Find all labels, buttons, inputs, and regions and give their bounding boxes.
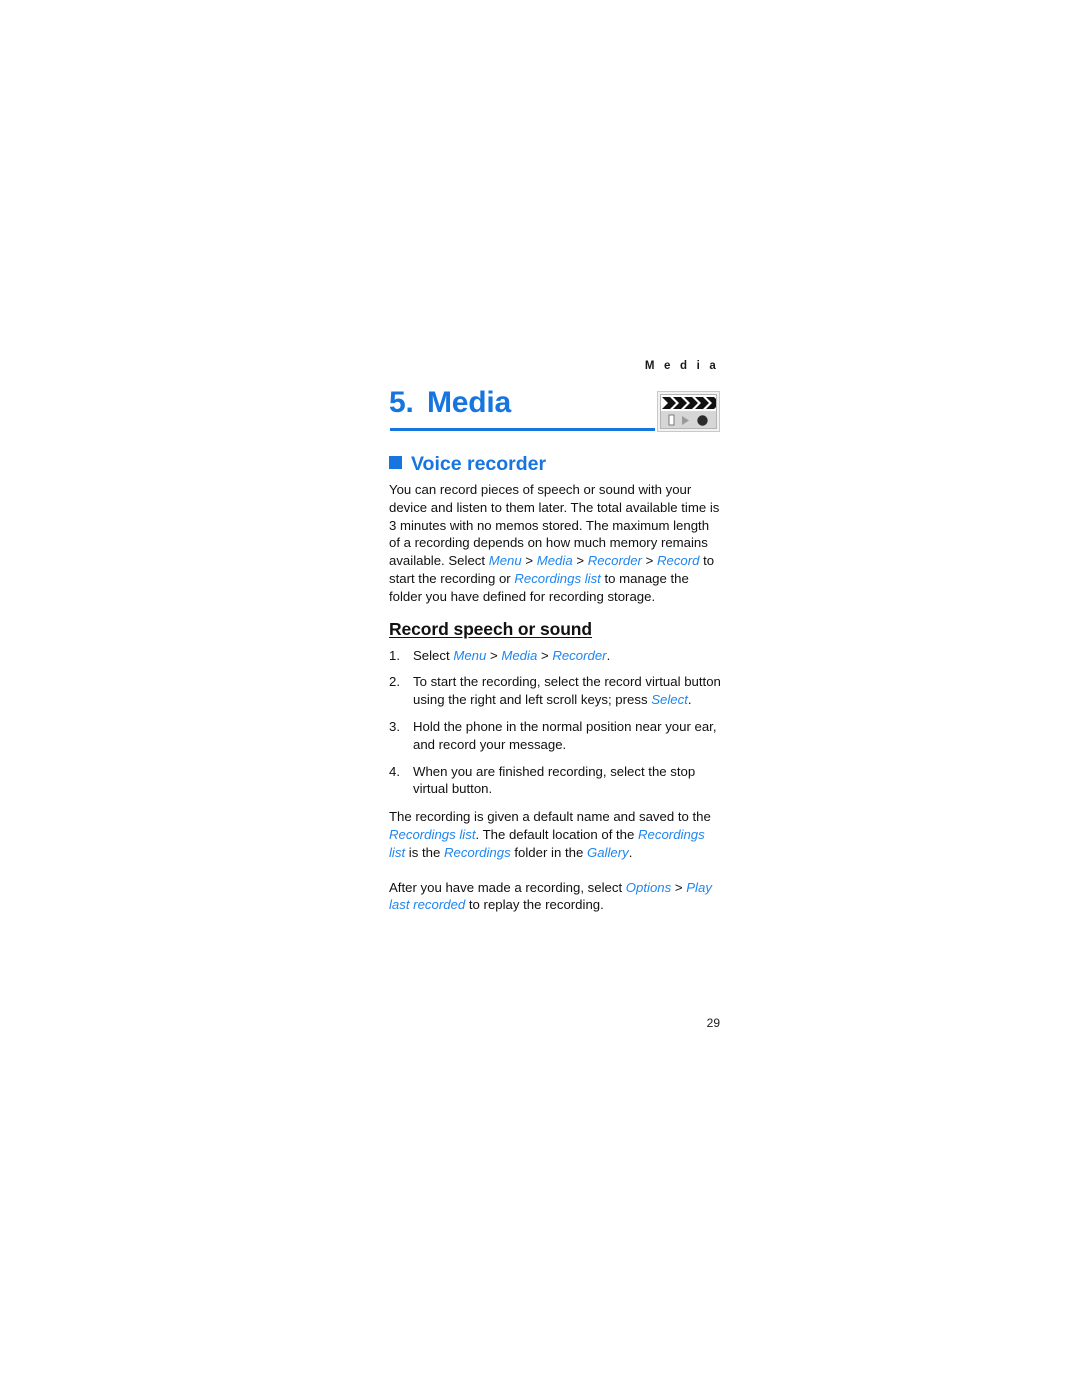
step-text: When you are finished recording, select … — [413, 763, 696, 797]
ui-ref-recordings-list: Recordings list — [514, 570, 601, 586]
step-text-end: . — [606, 647, 611, 663]
outro1-text-5: . — [628, 844, 633, 860]
section-heading: Voice recorder — [389, 453, 546, 476]
ui-ref-media: Media — [501, 647, 538, 663]
outro2-text-1: After you have made a recording, select — [389, 879, 626, 895]
list-item: 4. When you are finished recording, selec… — [389, 763, 721, 799]
list-item: 2. To start the recording, select the rec… — [389, 673, 721, 709]
ui-ref-gallery: Gallery — [586, 844, 629, 860]
ui-ref-menu: Menu — [453, 647, 487, 663]
manual-page: M e d i a 5. Media Voice recorder You ca… — [0, 0, 1080, 1397]
outro1-text-2: . The default location of the — [475, 826, 639, 842]
outro-paragraph-2: After you have made a recording, select … — [389, 879, 721, 915]
chapter-divider — [390, 428, 655, 431]
section-heading-text: Voice recorder — [411, 453, 547, 475]
chapter-title-block: 5. Media — [389, 386, 721, 438]
stop-glyph — [668, 414, 675, 426]
step-text: Hold the phone in the normal position ne… — [413, 718, 717, 752]
separator: > — [671, 879, 687, 895]
ui-ref-record: Record — [656, 553, 700, 569]
ui-ref-recorder: Recorder — [587, 553, 642, 569]
media-clapperboard-icon-inner — [660, 394, 717, 429]
page-content: You can record pieces of speech or sound… — [389, 481, 721, 925]
step-text-end: . — [687, 692, 692, 708]
list-item: 1. Select Menu > Media > Recorder. — [389, 647, 721, 665]
ui-ref-recordings: Recordings — [443, 844, 511, 860]
clapperboard-arrows — [661, 395, 716, 412]
page-title: 5. Media — [389, 386, 511, 420]
record-glyph — [697, 414, 708, 426]
ui-ref-media: Media — [536, 553, 573, 569]
ui-ref-recorder: Recorder — [552, 647, 607, 663]
separator: > — [521, 553, 537, 569]
outro-paragraph-1: The recording is given a default name an… — [389, 808, 721, 861]
ui-ref-options: Options — [625, 879, 672, 895]
play-glyph — [682, 415, 689, 425]
step-list: 1. Select Menu > Media > Recorder. 2. To s… — [389, 647, 721, 799]
step-number: 3. — [389, 718, 400, 734]
separator: > — [537, 647, 553, 663]
outro1-text-3: is the — [405, 844, 444, 860]
chapter-number: 5. — [389, 386, 414, 419]
step-text: Select — [413, 647, 454, 663]
subsection-heading: Record speech or sound — [389, 618, 592, 639]
running-head: M e d i a — [644, 360, 719, 372]
outro2-text-2: to replay the recording. — [465, 897, 604, 913]
step-number: 4. — [389, 763, 400, 779]
separator: > — [641, 553, 657, 569]
ui-ref-select: Select — [651, 692, 688, 708]
blue-square-bullet-icon — [389, 456, 402, 469]
page-number: 29 — [706, 1016, 720, 1030]
list-item: 3. Hold the phone in the normal position … — [389, 718, 721, 754]
step-number: 1. — [389, 647, 400, 663]
chapter-title-text: Media — [427, 386, 512, 419]
separator: > — [486, 647, 502, 663]
intro-paragraph: You can record pieces of speech or sound… — [389, 481, 721, 606]
outro1-text-4: folder in the — [510, 844, 587, 860]
media-clapperboard-icon — [657, 391, 720, 432]
separator: > — [572, 553, 588, 569]
clapperboard-controls — [661, 412, 716, 428]
ui-ref-menu: Menu — [488, 553, 522, 569]
step-number: 2. — [389, 674, 400, 690]
outro1-text-1: The recording is given a default name an… — [389, 809, 711, 825]
ui-ref-recordings-list: Recordings list — [389, 826, 476, 842]
